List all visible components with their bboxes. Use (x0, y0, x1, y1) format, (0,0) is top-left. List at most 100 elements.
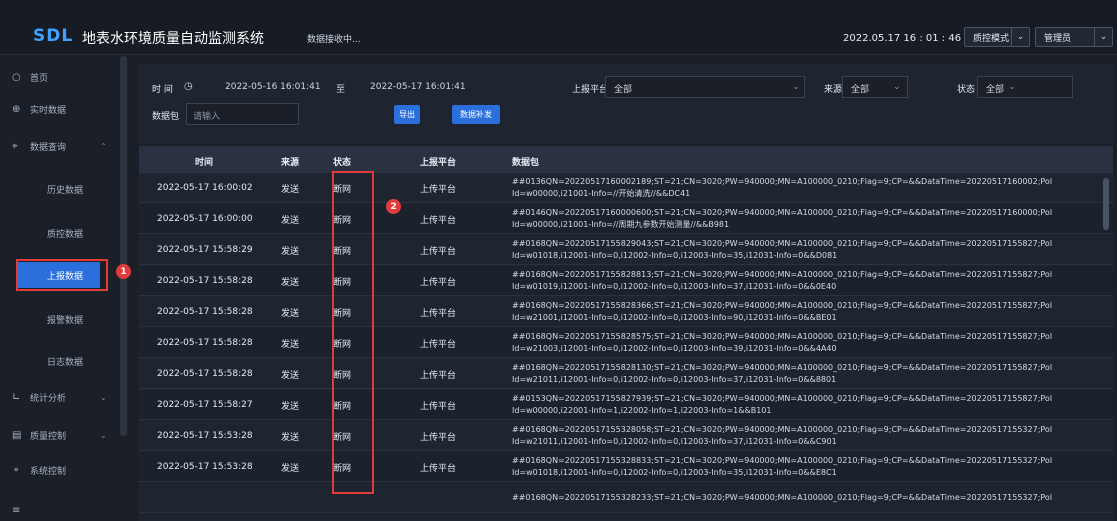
packet-input-placeholder: 请输入 (193, 112, 221, 122)
cell-time: 2022-05-17 15:53:28 (157, 431, 253, 441)
sidebar-item-quality[interactable]: ▤ 质量控制 ⌄ (0, 422, 118, 448)
cell-time: 2022-05-17 15:58:27 (157, 400, 253, 410)
cell-time: 2022-05-17 15:53:28 (157, 462, 253, 472)
sidebar-item-label: 首页 (30, 73, 49, 84)
source-select[interactable]: 全部 ⌄ (842, 76, 908, 98)
highlight-box (16, 259, 108, 291)
status-select-value: 全部 (986, 85, 1005, 95)
table-row[interactable]: ##0168QN=20220517155328233;ST=21;CN=3020… (139, 483, 1113, 513)
cell-packet: ##0153QN=20220517155827939;ST=21;CN=3020… (512, 390, 1102, 420)
table-row[interactable]: 2022-05-17 15:58:27 发送 断网 上传平台 ##0153QN=2022… (139, 390, 1113, 420)
packet-line-2: Id=w21001,i12001-Info=0,i12002-Info=0,i1… (512, 313, 837, 322)
packet-line-1: ##0168QN=20220517155829043;ST=21;CN=3020… (512, 239, 1053, 248)
packet-input[interactable]: 请输入 (186, 103, 299, 125)
resend-data-button[interactable]: 数据补发 (452, 105, 500, 124)
cell-platform: 上传平台 (420, 184, 457, 195)
table-row[interactable]: 2022-05-17 15:53:28 发送 断网 上传平台 ##0168QN=2022… (139, 452, 1113, 482)
platform-select[interactable]: 全部 ⌄ (605, 76, 805, 98)
document-icon: ▤ (12, 429, 22, 441)
column-header-source: 来源 (281, 158, 300, 168)
clock-icon: ◷ (184, 81, 193, 92)
cell-source: 发送 (281, 463, 300, 474)
sidebar-item-qc-data[interactable]: 质控数据 (0, 220, 118, 246)
packet-line-1: ##0168QN=20220517155828366;ST=21;CN=3020… (512, 301, 1053, 310)
user-select[interactable]: 管理员 ⌄ (1035, 27, 1113, 47)
column-header-time: 时间 (195, 158, 214, 168)
packet-line-1: ##0168QN=20220517155328058;ST=21;CN=3020… (512, 425, 1053, 434)
packet-line-1: ##0168QN=20220517155828130;ST=21;CN=3020… (512, 363, 1053, 372)
chevron-down-icon: ⌄ (893, 82, 901, 92)
cell-packet: ##0168QN=20220517155328058;ST=21;CN=3020… (512, 421, 1102, 451)
cell-platform: 上传平台 (420, 370, 457, 381)
sidebar-item-query[interactable]: ⌖ 数据查询 ⌃ (0, 133, 118, 159)
platform-label: 上报平台 (572, 85, 609, 95)
table-row[interactable]: 2022-05-17 16:00:02 发送 断网 上传平台 ##0136QN=2022… (139, 173, 1113, 203)
packet-line-2: Id=w21011,i12001-Info=0,i12002-Info=0,i1… (512, 437, 837, 446)
packet-line-1: ##0136QN=20220517160002189;ST=21;CN=3020… (512, 177, 1053, 186)
source-label: 来源 (824, 85, 843, 95)
range-separator: 至 (336, 85, 346, 95)
cell-platform: 上传平台 (420, 308, 457, 319)
cell-packet: ##0136QN=20220517160002189;ST=21;CN=3020… (512, 173, 1102, 203)
packet-line-2: Id=w00000,i22001-Info=1,i22002-Info=1,i2… (512, 406, 772, 415)
chevron-down-icon: ⌄ (1094, 28, 1112, 46)
chevron-down-icon: ⌄ (1011, 28, 1029, 46)
packet-line-1: ##0168QN=20220517155828575;ST=21;CN=3020… (512, 332, 1053, 341)
cell-packet: ##0146QN=20220517160000600;ST=21;CN=3020… (512, 204, 1102, 234)
cell-platform: 上传平台 (420, 463, 457, 474)
table-row[interactable]: 2022-05-17 15:58:29 发送 断网 上传平台 ##0168QN=2022… (139, 235, 1113, 265)
cell-platform: 上传平台 (420, 432, 457, 443)
table-header-row: 时间 来源 状态 上报平台 数据包 (139, 146, 1113, 173)
table-row[interactable]: 2022-05-17 15:58:28 发送 断网 上传平台 ##0168QN=2022… (139, 328, 1113, 358)
packet-line-1: ##0153QN=20220517155827939;ST=21;CN=3020… (512, 394, 1053, 403)
table-row[interactable]: 2022-05-17 15:58:28 发送 断网 上传平台 ##0168QN=2022… (139, 359, 1113, 389)
export-button[interactable]: 导出 (394, 105, 420, 124)
cell-time: 2022-05-17 15:58:28 (157, 338, 253, 348)
step-marker: 2 (386, 199, 401, 214)
column-header-status: 状态 (333, 158, 352, 168)
collapse-menu-button[interactable]: ≡ (0, 497, 118, 521)
cell-source: 发送 (281, 308, 300, 319)
packet-line-1: ##0168QN=20220517155828813;ST=21;CN=3020… (512, 270, 1053, 279)
sidebar-item-stats[interactable]: ∟ 统计分析 ⌄ (0, 384, 118, 410)
packet-line-2: Id=w01019,i12001-Info=0,i12002-Info=0,i1… (512, 282, 837, 291)
cell-source: 发送 (281, 277, 300, 288)
table-row[interactable]: 2022-05-17 15:58:28 发送 断网 上传平台 ##0168QN=2022… (139, 266, 1113, 296)
start-time-input[interactable]: 2022-05-16 16:01:41 (225, 82, 321, 92)
user-select-value: 管理员 (1044, 33, 1072, 44)
cell-packet: ##0168QN=20220517155828813;ST=21;CN=3020… (512, 266, 1102, 296)
sidebar-item-label: 统计分析 (30, 393, 67, 404)
sidebar-item-system[interactable]: ⚬ 系统控制 (0, 457, 118, 483)
cell-source: 发送 (281, 401, 300, 412)
mode-select[interactable]: 质控模式 ⌄ (964, 27, 1030, 47)
cell-packet: ##0168QN=20220517155828575;ST=21;CN=3020… (512, 328, 1102, 358)
top-header: SDL 地表水环境质量自动监测系统 数据接收中... 2022.05.17 16… (0, 0, 1117, 55)
end-time-input[interactable]: 2022-05-17 16:01:41 (370, 82, 466, 92)
packet-line-2: Id=w01018,i12001-Info=0,i12002-Info=0,i1… (512, 251, 838, 260)
platform-select-value: 全部 (614, 85, 633, 95)
cell-time: 2022-05-17 15:58:28 (157, 276, 253, 286)
key-icon: ⚬ (12, 464, 21, 476)
sidebar-item-log-data[interactable]: 日志数据 (0, 348, 118, 374)
cell-platform: 上传平台 (420, 401, 457, 412)
sidebar-item-alarm-data[interactable]: 报警数据 (0, 306, 118, 332)
packet-line-2: Id=w01018,i12001-Info=0,i12002-Info=0,i1… (512, 468, 837, 477)
sidebar-item-home[interactable]: ○ 首页 (0, 64, 118, 90)
cell-packet: ##0168QN=20220517155828366;ST=21;CN=3020… (512, 297, 1102, 327)
cell-source: 发送 (281, 370, 300, 381)
app-logo: SDL (33, 26, 74, 46)
status-select[interactable]: 全部 ⌄ (977, 76, 1073, 98)
sidebar-item-realtime[interactable]: ⊕ 实时数据 (0, 96, 118, 122)
packet-line-2: Id=w21011,i12001-Info=0,i12002-Info=0,i1… (512, 375, 837, 384)
table-row[interactable]: 2022-05-17 15:58:28 发送 断网 上传平台 ##0168QN=2022… (139, 297, 1113, 327)
sidebar-scrollbar[interactable] (120, 56, 127, 436)
cell-time: 2022-05-17 15:58:28 (157, 369, 253, 379)
cell-platform: 上传平台 (420, 215, 457, 226)
cell-source: 发送 (281, 339, 300, 350)
packet-line-1: ##0168QN=20220517155328233;ST=21;CN=3020… (512, 493, 1053, 502)
table-scrollbar[interactable] (1103, 178, 1109, 230)
table-row[interactable]: 2022-05-17 16:00:00 发送 断网 上传平台 ##0146QN=2022… (139, 204, 1113, 234)
cell-packet: ##0168QN=20220517155328233;ST=21;CN=3020… (512, 483, 1102, 513)
table-row[interactable]: 2022-05-17 15:53:28 发送 断网 上传平台 ##0168QN=2022… (139, 421, 1113, 451)
sidebar-item-history[interactable]: 历史数据 (0, 176, 118, 202)
